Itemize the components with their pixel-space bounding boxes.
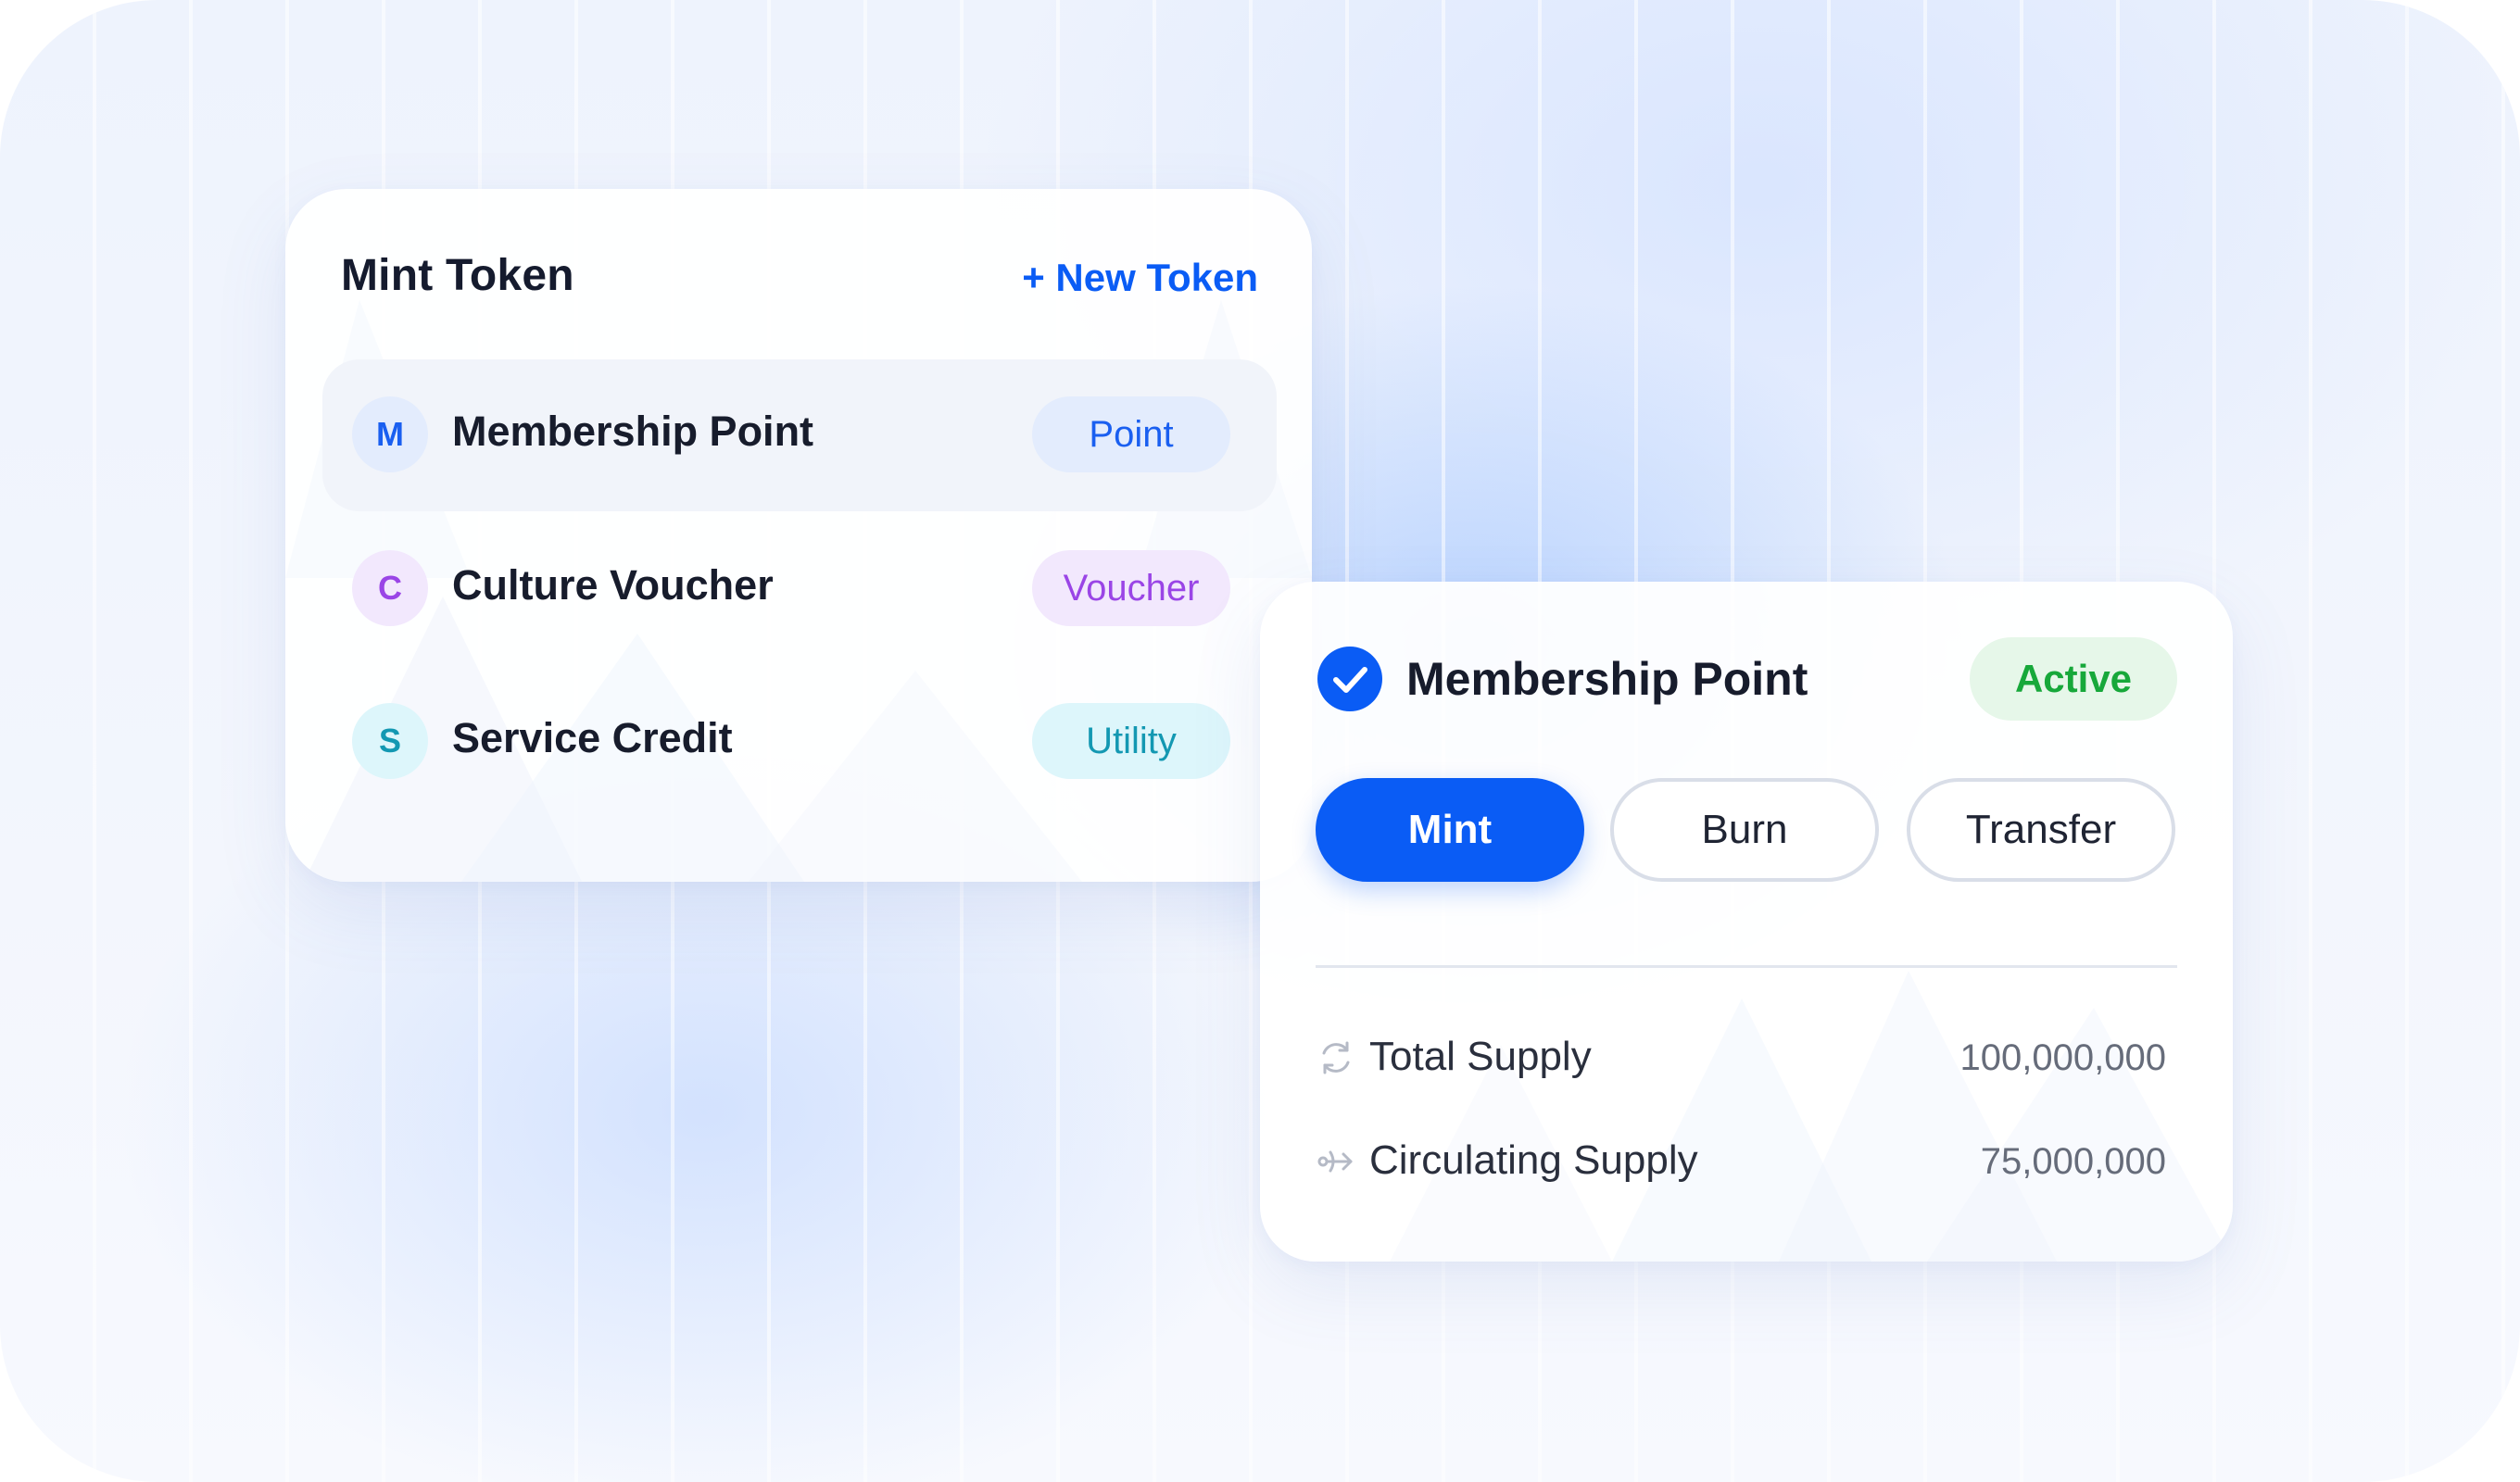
mint-button[interactable]: Mint bbox=[1316, 778, 1584, 882]
burn-button[interactable]: Burn bbox=[1610, 778, 1879, 882]
new-token-button[interactable]: + New Token bbox=[1022, 256, 1258, 300]
token-type-badge: Point bbox=[1032, 396, 1230, 472]
token-avatar: M bbox=[352, 396, 428, 472]
mint-token-card: Mint Token + New Token M Membership Poin… bbox=[285, 189, 1312, 882]
status-badge: Active bbox=[1970, 637, 2177, 721]
token-name: Culture Voucher bbox=[452, 561, 774, 609]
token-row-service-credit[interactable]: S Service Credit Utility bbox=[322, 666, 1277, 818]
stat-label: Total Supply bbox=[1369, 1034, 1592, 1079]
stat-value: 100,000,000 bbox=[1959, 1037, 2166, 1078]
refresh-icon bbox=[1322, 1041, 1350, 1074]
transfer-button[interactable]: Transfer bbox=[1907, 778, 2175, 882]
mint-token-title: Mint Token bbox=[341, 251, 574, 300]
check-circle-icon bbox=[1317, 647, 1382, 711]
stat-row-circulating-supply: Circulating Supply 75,000,000 bbox=[1316, 1128, 2166, 1193]
token-avatar: C bbox=[352, 550, 428, 626]
token-type-badge: Voucher bbox=[1032, 550, 1230, 626]
token-row-membership-point[interactable]: M Membership Point Point bbox=[322, 359, 1277, 511]
stat-label: Circulating Supply bbox=[1369, 1137, 1698, 1183]
background-stage: Mint Token + New Token M Membership Poin… bbox=[0, 0, 2520, 1482]
flow-arrow-icon bbox=[1317, 1150, 1353, 1173]
token-name: Membership Point bbox=[452, 408, 814, 455]
section-divider bbox=[1316, 965, 2177, 968]
token-detail-card: Membership Point Active Mint Burn Transf… bbox=[1260, 582, 2233, 1262]
token-row-culture-voucher[interactable]: C Culture Voucher Voucher bbox=[322, 513, 1277, 665]
token-type-badge: Utility bbox=[1032, 703, 1230, 779]
stat-value: 75,000,000 bbox=[1980, 1141, 2166, 1182]
stat-row-total-supply: Total Supply 100,000,000 bbox=[1316, 1024, 2166, 1089]
token-name: Service Credit bbox=[452, 714, 733, 761]
token-avatar: S bbox=[352, 703, 428, 779]
selected-token-title: Membership Point bbox=[1406, 653, 1808, 705]
